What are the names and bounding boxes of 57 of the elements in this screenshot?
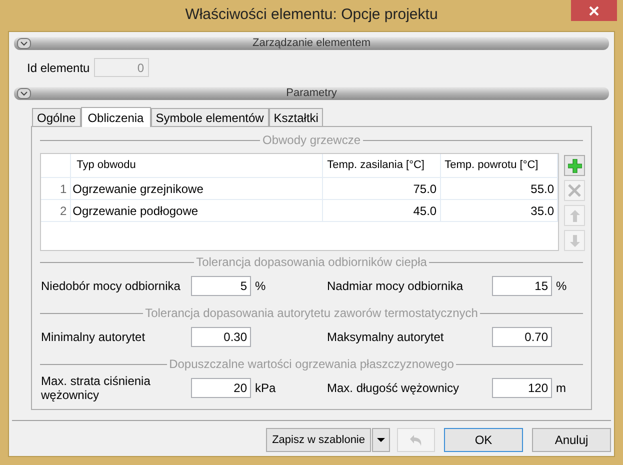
field-label: Nadmiar mocy odbiornika: [327, 279, 464, 293]
input-field[interactable]: 15: [492, 276, 552, 296]
plus-icon: [568, 158, 582, 172]
group-title: Dopuszczalne wartości ogrzewania płaszczyznowego: [169, 357, 454, 371]
id-field: 0: [94, 58, 149, 77]
table-cell: 75.0: [323, 178, 441, 199]
table-cell: 45.0: [323, 200, 441, 221]
table-cell: 55.0: [440, 178, 558, 199]
field-label: Max. długość wężownicy: [327, 381, 460, 395]
window-title: Właściwości elementu: Opcje projektu: [185, 5, 438, 26]
input-field[interactable]: 5: [191, 276, 251, 296]
field-label: Max. strata ciśnienia wężownicy: [41, 374, 152, 402]
input-field[interactable]: 0.30: [191, 327, 251, 347]
unit-label: %: [556, 278, 567, 295]
column-header[interactable]: Temp. zasilania [°C]: [323, 154, 441, 177]
section-header[interactable]: Zarządzanie elementem: [14, 37, 609, 50]
field-label: Maksymalny autorytet: [327, 330, 445, 344]
close-button[interactable]: [571, 0, 617, 21]
field-label: Id elementu: [27, 60, 91, 76]
table-cell: Ogrzewanie grzejnikowe: [70, 178, 324, 199]
collapse-icon[interactable]: [17, 88, 31, 99]
column-header[interactable]: Temp. powrotu [°C]: [440, 154, 558, 177]
column-header[interactable]: Typ obwodu: [70, 154, 324, 177]
section-title: Parametry: [286, 88, 337, 99]
close-icon: [589, 6, 599, 16]
dropdown-button[interactable]: [372, 428, 390, 452]
unit-label: kPa: [255, 380, 276, 397]
group-title: Tolerancja dopasowania autorytetu zaworów termostatycznych: [145, 306, 478, 320]
tab[interactable]: Kształtki: [268, 108, 324, 126]
tab[interactable]: Ogólne: [32, 108, 81, 126]
caret-icon: [377, 438, 385, 442]
tab[interactable]: Obliczenia: [80, 107, 151, 127]
cancel-button[interactable]: Anuluj: [532, 428, 611, 452]
section-header[interactable]: Parametry: [14, 87, 609, 100]
unit-label: %: [255, 278, 266, 295]
input-field[interactable]: 120: [492, 378, 552, 398]
group-title: Obwody grzewcze: [262, 133, 361, 147]
table-cell: Ogrzewanie podłogowe: [70, 200, 324, 221]
delete-icon: [568, 184, 581, 197]
up-arrow-icon: [570, 210, 580, 222]
unit-label: m: [556, 380, 566, 397]
down-arrow-icon: [570, 234, 580, 246]
save-template-button[interactable]: Zapisz w szablonie: [266, 428, 371, 452]
row-number: 2: [41, 200, 71, 221]
collapse-icon[interactable]: [17, 38, 31, 49]
input-field[interactable]: 0.70: [492, 327, 552, 347]
table-cell: 35.0: [440, 200, 558, 221]
row-number: 1: [41, 178, 71, 199]
undo-icon: [408, 433, 424, 447]
section-title: Zarządzanie elementem: [252, 38, 370, 49]
tab[interactable]: Symbole elementów: [150, 108, 269, 126]
field-label: Niedobór mocy odbiornika: [41, 279, 182, 293]
field-label: Minimalny autorytet: [41, 330, 146, 344]
tool-button[interactable]: [564, 155, 585, 176]
group-title: Tolerancja dopasowania odbiorników ciepła: [196, 255, 427, 269]
input-field[interactable]: 20: [191, 378, 251, 398]
ok-button[interactable]: OK: [444, 428, 523, 452]
